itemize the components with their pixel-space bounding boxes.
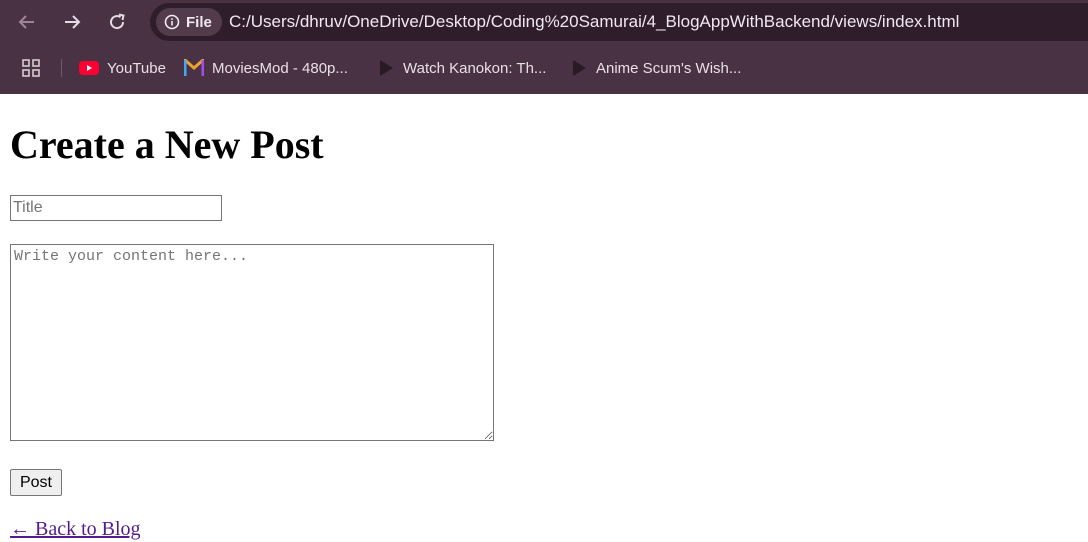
address-bar[interactable]: File C:/Users/dhruv/OneDrive/Desktop/Cod… xyxy=(150,3,1088,41)
bookmark-youtube[interactable]: YouTube xyxy=(79,56,166,80)
reload-button[interactable] xyxy=(101,6,133,38)
play-icon xyxy=(380,60,393,76)
apps-grid-icon xyxy=(22,59,40,77)
arrow-right-icon xyxy=(65,15,81,29)
bookmark-label: Watch Kanokon: Th... xyxy=(403,59,547,77)
reload-icon xyxy=(110,13,125,30)
bookmark-moviesmod[interactable]: MoviesMod - 480p... xyxy=(184,56,348,80)
forward-button[interactable] xyxy=(56,6,88,38)
bookmark-label: Anime Scum's Wish... xyxy=(596,59,742,77)
moviesmod-icon xyxy=(184,59,204,76)
site-info-chip[interactable]: File xyxy=(156,8,222,36)
bookmark-label: YouTube xyxy=(107,59,166,77)
youtube-icon xyxy=(79,61,99,75)
browser-chrome: File C:/Users/dhruv/OneDrive/Desktop/Cod… xyxy=(0,0,1088,94)
apps-button[interactable] xyxy=(22,56,40,80)
bookmark-label: MoviesMod - 480p... xyxy=(212,59,348,77)
browser-toolbar: File C:/Users/dhruv/OneDrive/Desktop/Cod… xyxy=(0,0,1088,44)
site-info-label: File xyxy=(186,13,212,31)
bookmarks-bar: YouTube MoviesMod - 480p... Watch Kanoko… xyxy=(0,48,1088,88)
page-content: Create a New Post Post ← Back to Blog xyxy=(0,94,1088,542)
page-title: Create a New Post xyxy=(10,122,324,167)
play-icon xyxy=(573,60,586,76)
content-textarea[interactable] xyxy=(10,244,494,441)
post-button[interactable]: Post xyxy=(10,469,62,496)
bookmark-anime-scum[interactable]: Anime Scum's Wish... xyxy=(570,56,741,80)
back-to-blog-link[interactable]: ← Back to Blog xyxy=(10,518,141,541)
title-input[interactable] xyxy=(10,195,222,221)
url-text[interactable]: C:/Users/dhruv/OneDrive/Desktop/Coding%2… xyxy=(229,12,959,32)
info-icon xyxy=(164,14,180,30)
arrow-left-icon xyxy=(18,15,34,29)
bookmarks-separator xyxy=(61,59,62,77)
bookmark-kanokon[interactable]: Watch Kanokon: Th... xyxy=(377,56,546,80)
back-button[interactable] xyxy=(11,6,43,38)
